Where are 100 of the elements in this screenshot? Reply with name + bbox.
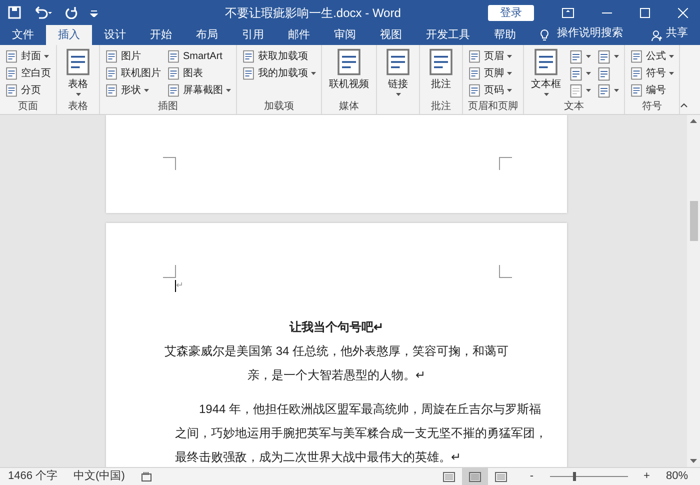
document-icon xyxy=(468,50,481,63)
document-icon xyxy=(630,50,643,63)
group-label: 表格 xyxy=(68,101,88,112)
ribbon-button[interactable]: 链接 xyxy=(382,48,414,96)
scrollbar[interactable] xyxy=(687,115,700,467)
scroll-up-icon[interactable] xyxy=(690,119,697,123)
language-indicator[interactable]: 中文(中国) xyxy=(74,468,125,485)
document-icon xyxy=(105,84,118,97)
lightbulb-icon[interactable] xyxy=(540,29,549,41)
document-icon xyxy=(532,48,560,76)
person-icon[interactable] xyxy=(651,30,662,41)
ribbon-icon-button[interactable] xyxy=(569,48,591,65)
ribbon-button[interactable]: 分页 xyxy=(5,82,51,99)
document-icon xyxy=(167,67,180,80)
page-view-icon xyxy=(468,472,481,482)
document-icon xyxy=(5,50,18,63)
group-label: 媒体 xyxy=(339,101,359,112)
page-view-icon xyxy=(494,472,507,482)
redo-icon[interactable] xyxy=(65,6,78,19)
paragraph-mark: ↵ xyxy=(176,279,184,292)
maximize-icon[interactable] xyxy=(640,8,650,18)
ribbon-button[interactable]: 屏幕截图 xyxy=(167,82,231,99)
document-icon xyxy=(630,84,643,97)
document-icon xyxy=(427,48,455,76)
ribbon-button[interactable]: 封面 xyxy=(5,48,51,65)
ribbon-tab[interactable]: 开始 xyxy=(138,25,184,45)
ribbon-button[interactable]: 公式 xyxy=(630,48,674,65)
ribbon-icon-button[interactable] xyxy=(569,82,591,99)
ribbon-icon-button[interactable] xyxy=(597,82,619,99)
document-icon xyxy=(167,50,180,63)
zoom-level[interactable]: 80% xyxy=(666,468,688,485)
text-line: 最终击败强敌，成为二次世界大战中最伟大的英雄。↵ xyxy=(175,449,461,466)
ribbon-display-icon[interactable] xyxy=(562,8,574,18)
group-label: 批注 xyxy=(431,101,451,112)
document-icon xyxy=(335,48,363,76)
ribbon-button[interactable]: 页脚 xyxy=(468,65,512,82)
close-icon[interactable] xyxy=(678,8,688,18)
ribbon-button[interactable]: 图表 xyxy=(167,65,231,82)
scroll-thumb[interactable] xyxy=(690,201,698,241)
ribbon-tab[interactable]: 审阅 xyxy=(322,25,368,45)
ribbon-tab[interactable]: 引用 xyxy=(230,25,276,45)
text-line: 艾森豪威尔是美国第 34 任总统，他外表憨厚，笑容可掬，和蔼可 xyxy=(164,343,509,360)
document-icon xyxy=(64,48,92,76)
zoom-out-button[interactable]: - xyxy=(530,468,534,485)
save-icon[interactable] xyxy=(8,6,21,19)
document-icon xyxy=(5,67,18,80)
undo-icon[interactable] xyxy=(33,6,53,19)
word-count[interactable]: 1466 个字 xyxy=(8,468,58,485)
ribbon-tab[interactable]: 插入 xyxy=(46,25,92,45)
macro-record-icon[interactable] xyxy=(140,471,152,482)
document-icon xyxy=(167,84,180,97)
ribbon-button[interactable]: 联机视频 xyxy=(327,48,371,92)
group-label: 插图 xyxy=(158,101,178,112)
ribbon-button[interactable]: 符号 xyxy=(630,65,674,82)
ribbon-tab[interactable]: 设计 xyxy=(92,25,138,45)
ribbon-button[interactable]: 形状 xyxy=(105,82,161,99)
scroll-down-icon[interactable] xyxy=(690,459,697,463)
ribbon-tab[interactable]: 帮助 xyxy=(482,25,528,45)
ribbon-button[interactable]: 我的加载项 xyxy=(242,65,316,82)
text-line: 之间，巧妙地运用手腕把英军与美军糅合成一支无坚不摧的勇猛军团， xyxy=(175,425,547,442)
document-icon xyxy=(242,50,255,63)
document-icon xyxy=(630,67,643,80)
ribbon-button[interactable]: 批注 xyxy=(425,48,457,92)
ribbon-button[interactable]: 文本框 xyxy=(529,48,563,96)
ribbon-button[interactable]: 图片 xyxy=(105,48,161,65)
ribbon-button[interactable]: 页眉 xyxy=(468,48,512,65)
ribbon-tab[interactable]: 文件 xyxy=(0,25,46,45)
tell-me-search[interactable]: 操作说明搜索 xyxy=(557,24,623,41)
customize-icon[interactable] xyxy=(90,8,98,16)
corner-mark-icon xyxy=(163,265,176,278)
view-button[interactable] xyxy=(462,468,488,485)
ribbon-button[interactable]: 空白页 xyxy=(5,65,51,82)
sign-in-button[interactable]: 登录 xyxy=(488,4,534,20)
document-icon xyxy=(468,84,481,97)
ribbon-button[interactable]: 编号 xyxy=(630,82,674,99)
text-line: 亲，是一个大智若愚型的人物。↵ xyxy=(248,367,426,384)
corner-mark-icon xyxy=(499,265,512,278)
ribbon-button[interactable]: 联机图片 xyxy=(105,65,161,82)
ribbon-tab[interactable]: 视图 xyxy=(368,25,414,45)
ribbon-button[interactable]: SmartArt xyxy=(167,48,231,65)
ribbon-button[interactable]: 页码 xyxy=(468,82,512,99)
zoom-thumb[interactable] xyxy=(572,472,576,481)
collapse-ribbon-icon[interactable] xyxy=(680,103,688,108)
ribbon-button[interactable]: 获取加载项 xyxy=(242,48,316,65)
document-icon xyxy=(5,84,18,97)
share-button[interactable]: 共享 xyxy=(666,24,688,41)
text-cursor xyxy=(175,280,176,292)
ribbon-button[interactable]: 表格 xyxy=(62,48,94,96)
ribbon-icon-button[interactable] xyxy=(597,48,619,65)
zoom-in-button[interactable]: + xyxy=(644,468,650,485)
ribbon-tab[interactable]: 布局 xyxy=(184,25,230,45)
group-label: 符号 xyxy=(642,101,662,112)
ribbon-tab[interactable]: 邮件 xyxy=(276,25,322,45)
ribbon-tab[interactable]: 开发工具 xyxy=(414,25,482,45)
page-view-icon xyxy=(442,472,455,482)
document-icon xyxy=(105,67,118,80)
group-label: 加载项 xyxy=(264,101,294,112)
corner-mark-icon xyxy=(163,157,176,170)
ribbon-icon-button[interactable] xyxy=(569,65,591,82)
text-line: 1944 年，他担任欧洲战区盟军最高统帅，周旋在丘吉尔与罗斯福 xyxy=(199,401,542,418)
